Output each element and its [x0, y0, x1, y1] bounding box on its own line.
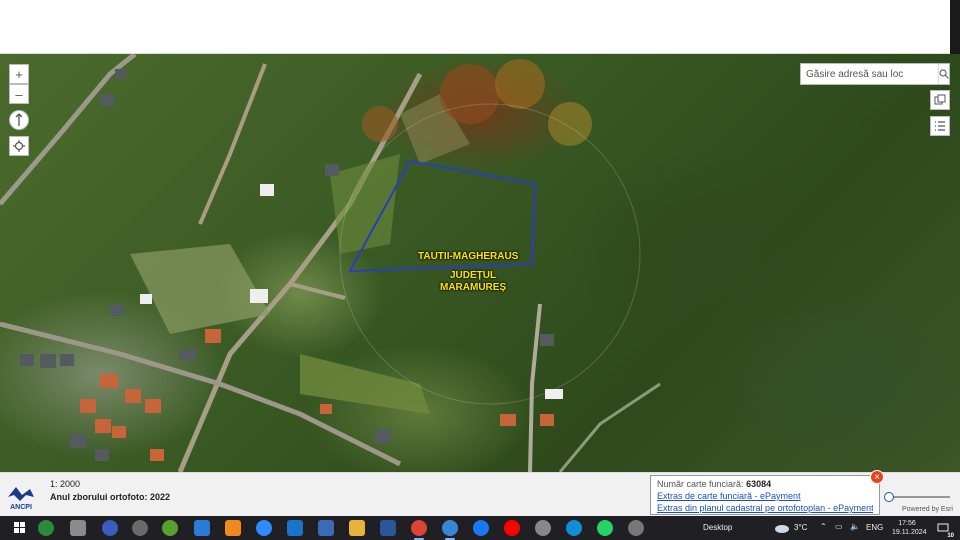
windows-taskbar: Desktop 3°C ⌃ ▭ 🔈 ENG 17:56 19.11.2024 1…	[0, 516, 960, 540]
language-indicator[interactable]: ENG	[866, 523, 883, 532]
opacity-slider-handle[interactable]	[884, 492, 894, 502]
land-book-popup: Număr carte funciară: 63084 Extras de ca…	[650, 475, 880, 515]
facebook-icon[interactable]	[473, 520, 489, 536]
zoom-icon[interactable]	[256, 520, 272, 536]
legend-button[interactable]	[930, 116, 950, 136]
media-player-icon[interactable]	[194, 520, 210, 536]
road	[289, 282, 346, 300]
zoom-in-button[interactable]: +	[9, 64, 29, 84]
ortho-year-label: Anul zborului ortofoto:	[50, 492, 148, 502]
ancpi-logo: ANCPI	[8, 487, 34, 511]
app-icon-3[interactable]	[102, 520, 118, 536]
app-icon-4[interactable]	[132, 520, 148, 536]
search-button[interactable]	[938, 64, 949, 84]
tray-chevron-icon[interactable]: ⌃	[820, 522, 827, 531]
land-book-label: Număr carte funciară:	[657, 479, 744, 489]
land-book-title: Număr carte funciară: 63084	[657, 478, 873, 490]
browser-icon[interactable]	[442, 520, 458, 540]
file-explorer-icon[interactable]	[349, 520, 365, 536]
notification-count: 10	[947, 533, 954, 539]
county-label-line2: MARAMUREȘ	[440, 282, 507, 293]
notifications-button[interactable]: 10	[934, 520, 954, 539]
county-label: JUDEȚUL MARAMUREȘ	[440, 270, 506, 294]
ancpi-logo-text: ANCPI	[10, 504, 32, 511]
locate-button[interactable]	[9, 136, 29, 156]
app-icon-2[interactable]	[70, 520, 86, 536]
app-icon-6[interactable]	[535, 520, 551, 536]
layers-icon	[934, 94, 946, 105]
windows-icon	[14, 522, 25, 533]
vlc-icon[interactable]	[225, 520, 241, 536]
basemap-button[interactable]	[930, 90, 950, 110]
cloud-icon	[775, 525, 789, 533]
compass-icon	[15, 113, 23, 126]
search-input[interactable]	[801, 64, 938, 84]
calculator-icon[interactable]	[318, 520, 334, 536]
mail-icon[interactable]	[287, 520, 303, 536]
battery-icon[interactable]: ▭	[835, 522, 843, 531]
road	[198, 63, 267, 225]
county-label-line1: JUDEȚUL	[449, 270, 497, 281]
address-search	[800, 63, 950, 85]
youtube-icon[interactable]	[504, 520, 520, 536]
search-icon	[939, 69, 949, 79]
app-icon-5[interactable]	[162, 520, 178, 536]
clock[interactable]: 17:56 19.11.2024	[892, 519, 927, 537]
list-icon	[935, 121, 945, 131]
place-label: TAUTII-MAGHERAUS	[418, 251, 519, 262]
clock-time: 17:56	[898, 520, 916, 527]
window-edge	[950, 0, 960, 54]
map-imagery	[0, 54, 661, 472]
powered-by-esri: Powered by Esri	[902, 506, 953, 513]
map-scale: 1: 2000	[50, 479, 81, 489]
road	[528, 303, 542, 472]
land-book-number: 63084	[746, 479, 772, 489]
ortho-year: Anul zborului ortofoto: 2022	[50, 492, 170, 502]
whatsapp-icon[interactable]	[597, 520, 613, 536]
chat-icon	[937, 523, 949, 532]
top-blank-area	[0, 0, 950, 54]
compass-button[interactable]	[9, 110, 29, 130]
word-icon[interactable]	[380, 520, 396, 536]
ortho-map[interactable]: TAUTII-MAGHERAUS JUDEȚUL MARAMUREȘ + –	[0, 54, 960, 472]
temperature: 3°C	[794, 523, 808, 532]
road	[558, 382, 661, 472]
screen: TAUTII-MAGHERAUS JUDEȚUL MARAMUREȘ + – G…	[0, 0, 960, 540]
app-icon-1[interactable]	[38, 520, 54, 536]
volume-icon[interactable]: 🔈	[850, 522, 860, 531]
desktop-label[interactable]: Desktop	[703, 523, 732, 532]
start-button[interactable]	[12, 520, 28, 536]
app-icon-7[interactable]	[628, 520, 644, 536]
chrome-icon[interactable]	[411, 520, 427, 540]
edge-icon[interactable]	[566, 520, 582, 536]
zoom-out-button[interactable]: –	[9, 84, 29, 104]
popup-close-button[interactable]: ×	[870, 470, 884, 484]
locate-icon	[13, 140, 25, 152]
weather-icon[interactable]	[774, 520, 790, 536]
ortho-year-value: 2022	[150, 492, 171, 502]
clock-date: 19.11.2024	[892, 529, 927, 536]
land-book-extract-link[interactable]: Extras de carte funciară - ePayment	[657, 491, 801, 501]
cadastral-extract-link[interactable]: Extras din planul cadastral pe ortofotop…	[657, 503, 873, 513]
opacity-slider-track[interactable]	[890, 496, 950, 498]
